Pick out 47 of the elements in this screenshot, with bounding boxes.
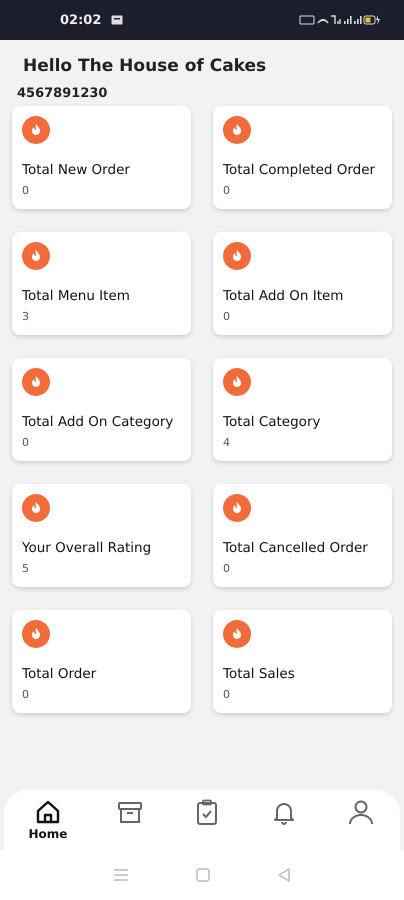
stat-value: 0 bbox=[22, 688, 30, 701]
stat-title: Total Order bbox=[22, 666, 98, 682]
status-time: 02:02 bbox=[60, 12, 102, 28]
flame-icon bbox=[22, 116, 50, 144]
stat-value: 0 bbox=[22, 436, 30, 449]
flame-icon bbox=[223, 368, 251, 396]
stat-value: 4 bbox=[223, 436, 231, 449]
stat-value: 5 bbox=[22, 562, 30, 575]
stat-title: Your Overall Rating bbox=[22, 540, 152, 556]
flame-icon bbox=[223, 494, 251, 522]
flame-icon bbox=[22, 620, 50, 648]
message-icon bbox=[111, 15, 124, 25]
stat-value: 0 bbox=[223, 310, 231, 323]
stat-value: 0 bbox=[22, 184, 30, 197]
stat-card[interactable]: Total Menu Item 3 bbox=[12, 232, 191, 335]
stat-card[interactable]: Total Cancelled Order 0 bbox=[213, 484, 392, 587]
flame-icon bbox=[223, 242, 251, 270]
stat-card[interactable]: Total Add On Item 0 bbox=[213, 232, 392, 335]
stat-card[interactable]: Total Category 4 bbox=[213, 358, 392, 461]
stat-card[interactable]: Your Overall Rating 5 bbox=[12, 484, 191, 587]
stat-card[interactable]: Total Sales 0 bbox=[213, 610, 392, 713]
flame-icon bbox=[22, 242, 50, 270]
stat-title: Total Menu Item bbox=[22, 288, 131, 304]
stat-value: 0 bbox=[223, 184, 231, 197]
stat-title: Total Sales bbox=[223, 666, 296, 682]
stat-card[interactable]: Total Order 0 bbox=[12, 610, 191, 713]
stat-value: 0 bbox=[223, 562, 231, 575]
greeting-title: Hello The House of Cakes bbox=[23, 56, 268, 76]
flame-icon bbox=[22, 494, 50, 522]
profile-icon bbox=[347, 798, 376, 826]
flame-icon bbox=[223, 116, 251, 144]
stat-title: Total Cancelled Order bbox=[223, 540, 369, 556]
stat-title: Total Category bbox=[223, 414, 322, 430]
stat-card[interactable]: Total Add On Category 0 bbox=[12, 358, 191, 461]
stat-value: 3 bbox=[22, 310, 30, 323]
stat-value: 0 bbox=[223, 688, 231, 701]
nav-tab[interactable] bbox=[347, 798, 376, 826]
phone-number: 4567891230 bbox=[17, 86, 108, 101]
stat-title: Total New Order bbox=[22, 162, 131, 178]
stat-title: Total Completed Order bbox=[223, 162, 376, 178]
flame-icon bbox=[223, 620, 251, 648]
stat-title: Total Add On Category bbox=[22, 414, 174, 430]
stat-card[interactable]: Total Completed Order 0 bbox=[213, 106, 392, 209]
stat-title: Total Add On Item bbox=[223, 288, 344, 304]
stat-card[interactable]: Total New Order 0 bbox=[12, 106, 191, 209]
nav-tab[interactable]: Home bbox=[28, 798, 68, 841]
flame-icon bbox=[22, 368, 50, 396]
